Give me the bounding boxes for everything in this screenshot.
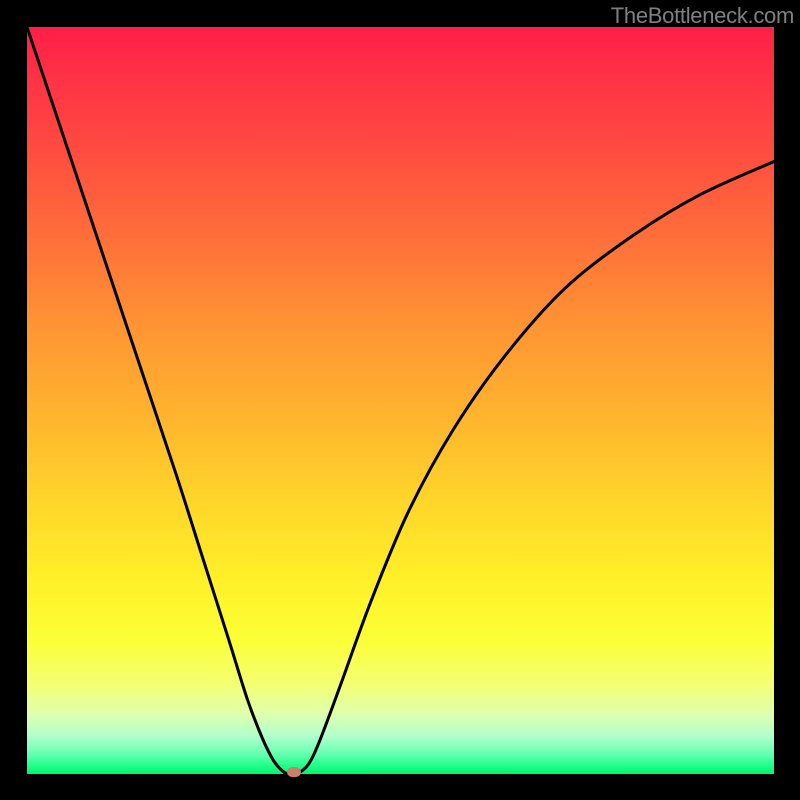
- credit-label: TheBottleneck.com: [611, 3, 794, 29]
- bottleneck-curve: [27, 27, 774, 774]
- plot-area: [27, 27, 774, 774]
- minimum-marker-icon: [287, 767, 301, 777]
- chart-frame: TheBottleneck.com: [0, 0, 800, 800]
